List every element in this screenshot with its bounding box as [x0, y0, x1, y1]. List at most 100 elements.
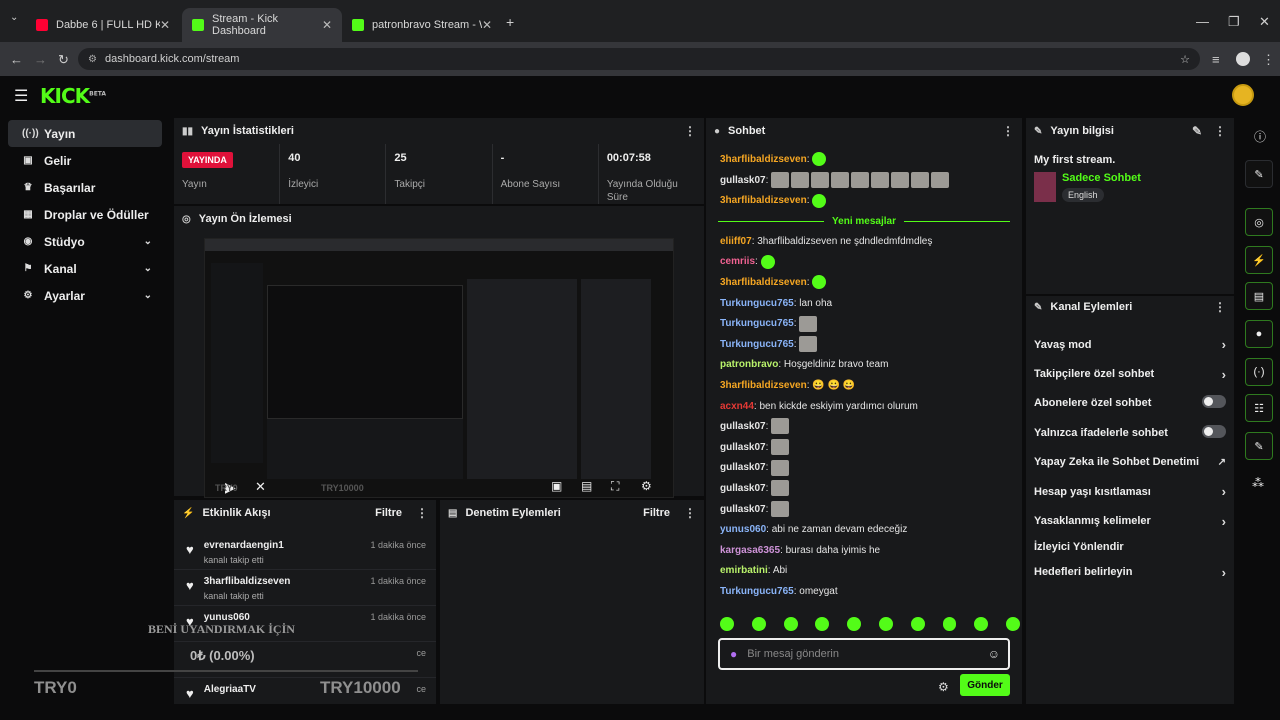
- chat-message[interactable]: cemriis:: [706, 252, 1022, 273]
- chat-username[interactable]: 3harflibaldizseven: [720, 380, 807, 391]
- new-tab-icon[interactable]: +: [506, 14, 514, 30]
- sidebar-item-gelir[interactable]: ▣ Gelir: [8, 147, 162, 174]
- rail-broadcast-button[interactable]: (·): [1245, 358, 1273, 386]
- send-button[interactable]: Gönder: [960, 674, 1010, 696]
- more-options-icon[interactable]: ⋮: [1214, 124, 1226, 138]
- emote-icon[interactable]: [1006, 617, 1021, 631]
- emote-icon[interactable]: [720, 617, 734, 631]
- action-followers-only[interactable]: Takipçilere özel sohbet ›: [1026, 359, 1234, 388]
- minimize-icon[interactable]: —: [1196, 14, 1209, 29]
- more-options-icon[interactable]: ⋮: [1214, 300, 1226, 314]
- emote-icon[interactable]: [815, 617, 830, 631]
- emote-icon[interactable]: [783, 617, 798, 631]
- browser-tab-3[interactable]: patronbravo Stream - Watch Li ✕: [342, 8, 502, 42]
- hamburger-menu-icon[interactable]: ☰: [14, 86, 28, 106]
- emote-icon[interactable]: [751, 617, 766, 631]
- mute-icon[interactable]: ✕: [255, 479, 266, 495]
- sidebar-item-yayin[interactable]: ((·)) Yayın: [8, 120, 162, 147]
- chat-message[interactable]: eliiff07: 3harflibaldizseven ne şdndledm…: [706, 232, 1022, 253]
- more-options-icon[interactable]: ⋮: [684, 506, 696, 520]
- close-tab-icon[interactable]: ✕: [160, 18, 170, 32]
- chat-username[interactable]: 3harflibaldizseven: [720, 154, 807, 165]
- action-goals[interactable]: Hedefleri belirleyin ›: [1026, 558, 1234, 587]
- chat-username[interactable]: kargasa6365: [720, 545, 780, 556]
- filter-button[interactable]: Filtre: [375, 507, 402, 519]
- emoji-picker-icon[interactable]: ☺: [988, 647, 1000, 661]
- info-icon[interactable]: ⓘ: [1254, 128, 1266, 145]
- camera-icon[interactable]: ▤: [581, 479, 592, 493]
- site-info-icon[interactable]: ⚙: [88, 54, 97, 65]
- chat-message[interactable]: 3harflibaldizseven:: [706, 273, 1022, 294]
- address-bar[interactable]: ⚙ dashboard.kick.com/stream ☆: [78, 48, 1200, 70]
- sidebar-item-ayarlar[interactable]: ⚙ Ayarlar ⌄: [8, 282, 162, 309]
- close-window-icon[interactable]: ✕: [1259, 14, 1270, 30]
- rail-moderation-button[interactable]: ▤: [1245, 282, 1273, 310]
- browser-tab-2[interactable]: Stream - Kick Dashboard ✕: [182, 8, 342, 42]
- chat-message-list[interactable]: 3harflibaldizseven: gullask07: 3harfliba…: [706, 150, 1022, 620]
- chat-username[interactable]: gullask07: [720, 421, 766, 432]
- media-control-icon[interactable]: ≡: [1212, 52, 1220, 67]
- profile-avatar[interactable]: [1236, 52, 1250, 66]
- rail-info-button[interactable]: ☷: [1245, 394, 1273, 422]
- kick-logo[interactable]: KICKBETA: [40, 84, 106, 108]
- rail-stats-button[interactable]: ◎: [1245, 208, 1273, 236]
- chat-message[interactable]: 3harflibaldizseven:: [706, 191, 1022, 212]
- emote-icon[interactable]: [847, 617, 862, 631]
- rail-activity-button[interactable]: ⚡: [1245, 246, 1273, 274]
- chat-username[interactable]: 3harflibaldizseven: [720, 195, 807, 206]
- activity-user[interactable]: 3harflibaldizseven: [204, 576, 291, 587]
- sidebar-item-basarilar[interactable]: ♛ Başarılar: [8, 174, 162, 201]
- chat-message[interactable]: emirbatini: Abi: [706, 561, 1022, 582]
- chat-message[interactable]: gullask07:: [706, 417, 1022, 438]
- chat-message[interactable]: kargasa6365: burası daha iyimis he: [706, 541, 1022, 562]
- chat-message[interactable]: gullask07:: [706, 458, 1022, 479]
- chat-message[interactable]: acxn44: ben kickde eskiyim yardımcı olur…: [706, 397, 1022, 418]
- emote-icon[interactable]: [910, 617, 925, 631]
- action-raid[interactable]: İzleyici Yönlendir: [1026, 536, 1234, 558]
- chat-message[interactable]: gullask07:: [706, 171, 1022, 192]
- emote-icon[interactable]: [878, 617, 893, 631]
- chat-settings-icon[interactable]: ⚙: [938, 680, 949, 694]
- sidebar-item-kanal[interactable]: ⚑ Kanal ⌄: [8, 255, 162, 282]
- user-avatar[interactable]: [1232, 84, 1254, 106]
- chat-message[interactable]: 3harflibaldizseven:: [706, 150, 1022, 171]
- reload-icon[interactable]: ↻: [58, 52, 69, 68]
- close-tab-icon[interactable]: ✕: [482, 18, 492, 32]
- action-account-age[interactable]: Hesap yaşı kısıtlaması ›: [1026, 477, 1234, 506]
- action-ai-moderation[interactable]: Yapay Zeka ile Sohbet Denetimi ↗: [1026, 448, 1234, 477]
- video-preview[interactable]: ▶ ✕ TRY0 TRY10000 ▣ ▤ ⛶ ⚙: [204, 238, 674, 498]
- action-slow-mode[interactable]: Yavaş mod ›: [1026, 330, 1234, 359]
- chat-message[interactable]: gullask07:: [706, 438, 1022, 459]
- more-options-icon[interactable]: ⋮: [416, 506, 428, 520]
- browser-tab-1[interactable]: Dabbe 6 | FULL HD Korku Filmi ✕: [26, 8, 180, 42]
- chat-username[interactable]: cemriis: [720, 256, 755, 267]
- emote-icon[interactable]: [942, 617, 957, 631]
- chat-message[interactable]: gullask07:: [706, 479, 1022, 500]
- activity-user[interactable]: yunus060: [204, 612, 250, 623]
- chat-message[interactable]: patronbravo: Hoşgeldiniz bravo team: [706, 355, 1022, 376]
- chat-username[interactable]: gullask07: [720, 175, 766, 186]
- activity-user[interactable]: AlegriaaTV: [204, 684, 256, 695]
- chat-username[interactable]: eliiff07: [720, 236, 752, 247]
- action-subscribers-only[interactable]: Abonelere özel sohbet: [1026, 389, 1234, 418]
- sidebar-item-droplar[interactable]: ▦ Droplar ve Ödüller: [8, 201, 162, 228]
- chat-message[interactable]: Turkungucu765:: [706, 335, 1022, 356]
- fullscreen-icon[interactable]: ⛶: [611, 479, 619, 494]
- action-banned-words[interactable]: Yasaklanmış kelimeler ›: [1026, 506, 1234, 535]
- apps-icon[interactable]: ⁂: [1252, 476, 1264, 490]
- edit-pencil-icon[interactable]: ✎: [1192, 124, 1202, 138]
- chat-username[interactable]: yunus060: [720, 524, 766, 535]
- forward-icon[interactable]: →: [34, 52, 47, 67]
- chat-message[interactable]: gullask07:: [706, 500, 1022, 521]
- chat-username[interactable]: acxn44: [720, 401, 754, 412]
- clip-icon[interactable]: ▣: [551, 479, 562, 493]
- chat-message[interactable]: Turkungucu765:: [706, 314, 1022, 335]
- chat-username[interactable]: Turkungucu765: [720, 586, 794, 597]
- more-options-icon[interactable]: ⋮: [684, 124, 696, 138]
- chat-username[interactable]: gullask07: [720, 442, 766, 453]
- close-tab-icon[interactable]: ✕: [322, 18, 332, 32]
- more-options-icon[interactable]: ⋮: [1002, 124, 1014, 138]
- browser-menu-icon[interactable]: ⋮: [1262, 52, 1275, 68]
- maximize-icon[interactable]: ❐: [1228, 14, 1240, 30]
- emotes-only-toggle[interactable]: [1202, 424, 1226, 438]
